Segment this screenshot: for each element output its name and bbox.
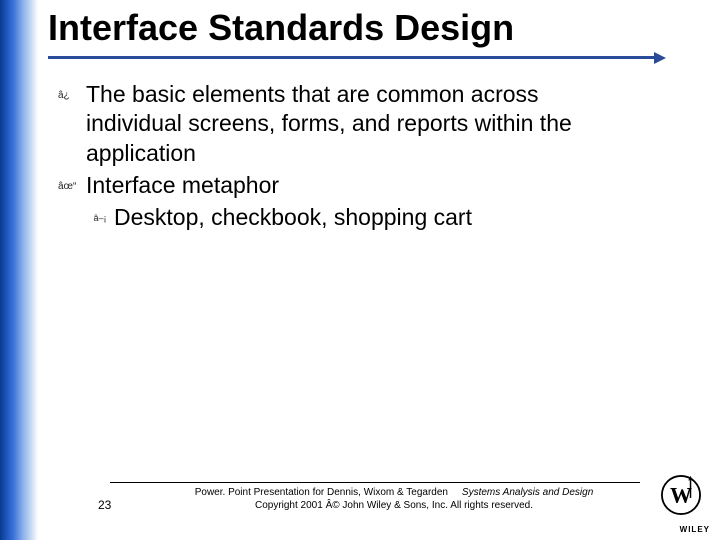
credit-line1a: Power. Point Presentation for Dennis, Wi… bbox=[195, 487, 448, 498]
bullet-text: The basic elements that are common acros… bbox=[86, 80, 640, 170]
title-underline bbox=[48, 54, 660, 62]
slide-content: â¿ The basic elements that are common ac… bbox=[48, 80, 700, 233]
slide-footer: 23 Power. Point Presentation for Dennis,… bbox=[98, 482, 640, 512]
credit-line2: Copyright 2001 Â© John Wiley & Sons, Inc… bbox=[255, 500, 533, 511]
sub-bullet-item: â–¡ Desktop, checkbook, shopping cart bbox=[86, 203, 640, 233]
wiley-logo-text: WILEY bbox=[680, 525, 710, 534]
arrow-right-icon bbox=[654, 52, 666, 64]
bullet-item: â¿ The basic elements that are common ac… bbox=[58, 80, 640, 170]
bullet-icon: â¿ bbox=[58, 80, 86, 101]
footer-rule bbox=[110, 482, 640, 483]
sub-bullet-icon: â–¡ bbox=[86, 203, 114, 223]
svg-text:W: W bbox=[670, 482, 692, 507]
slide-body: Interface Standards Design â¿ The basic … bbox=[38, 0, 720, 540]
credit-book-title: Systems Analysis and Design bbox=[462, 487, 593, 498]
footer-credits: Power. Point Presentation for Dennis, Wi… bbox=[148, 487, 640, 512]
page-number: 23 bbox=[98, 498, 148, 512]
wiley-logo-icon: W bbox=[656, 470, 706, 520]
left-gradient bbox=[0, 0, 38, 540]
slide-title: Interface Standards Design bbox=[48, 8, 700, 48]
bullet-icon: âœ“ bbox=[58, 171, 86, 192]
bullet-item: âœ“ Interface metaphor bbox=[58, 171, 640, 201]
bullet-text: Interface metaphor bbox=[86, 171, 279, 201]
sub-bullet-text: Desktop, checkbook, shopping cart bbox=[114, 203, 472, 233]
